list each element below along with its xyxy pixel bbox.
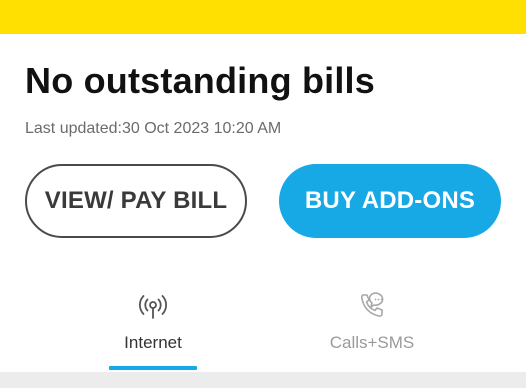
active-tab-indicator <box>109 366 197 370</box>
tab-calls-sms[interactable]: Calls+SMS <box>317 274 427 372</box>
tab-label-internet: Internet <box>124 333 182 352</box>
usage-tabs: Internet Calls+SMS <box>0 274 526 372</box>
view-pay-bill-button[interactable]: VIEW/ PAY BILL <box>25 164 247 238</box>
bottom-divider-strip <box>0 372 526 388</box>
wifi-signal-icon <box>136 289 170 323</box>
top-yellow-bar <box>0 0 526 34</box>
phone-chat-icon <box>355 289 389 323</box>
tab-label-calls-sms: Calls+SMS <box>329 333 415 352</box>
last-updated-text: Last updated:30 Oct 2023 10:20 AM <box>25 120 282 137</box>
tab-internet[interactable]: Internet <box>98 274 208 372</box>
bill-status-title: No outstanding bills <box>25 60 375 101</box>
billing-card: No outstanding bills Last updated:30 Oct… <box>0 34 526 372</box>
buy-addons-button[interactable]: BUY ADD-ONS <box>279 164 501 238</box>
